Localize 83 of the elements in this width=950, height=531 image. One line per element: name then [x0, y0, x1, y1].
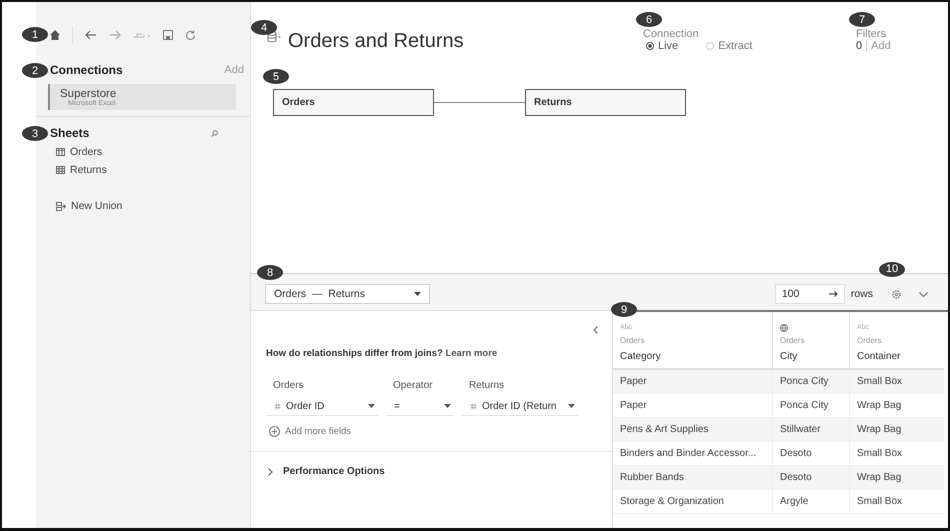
table-cell: Binders and Binder Accessor...	[620, 448, 756, 459]
column-header[interactable]: Category	[620, 351, 765, 362]
table-cell: Paper	[620, 400, 647, 411]
table-cell: Paper	[620, 376, 647, 387]
callout-badge: 3	[22, 126, 48, 141]
table-cell: Wrap Bag	[857, 400, 902, 411]
save-icon[interactable]	[163, 30, 173, 40]
plus-icon	[269, 426, 280, 437]
table-node[interactable]: Returns	[525, 89, 686, 116]
column-source: Orders	[780, 336, 806, 345]
new-union-item[interactable]: New Union	[56, 199, 250, 213]
field-column-label: Orders	[272, 380, 305, 391]
callout-badge: 7	[849, 12, 875, 27]
callout-badge: 5	[263, 69, 289, 84]
table-cell: Desoto	[780, 472, 812, 483]
data-source-title[interactable]: Orders and Returns	[288, 30, 464, 52]
table-cell: Argyle	[780, 496, 808, 507]
section-title: Sheets	[50, 126, 90, 140]
collapse-icon[interactable]	[593, 326, 598, 334]
field-dropdown[interactable]: Order ID	[266, 397, 378, 416]
callout-badge: 1	[22, 27, 48, 42]
connection-radio[interactable]: Extract	[706, 40, 752, 52]
sheet-item[interactable]: Returns	[56, 163, 250, 177]
connection-label: Connection	[643, 28, 700, 40]
globe-icon	[780, 324, 788, 332]
caret-icon	[444, 404, 451, 408]
caret-icon	[368, 404, 375, 408]
table-cell: Wrap Bag	[857, 424, 902, 435]
table-cell: Small Box	[857, 448, 902, 459]
table-icon	[56, 166, 65, 174]
connection-radio[interactable]: Live	[646, 40, 678, 52]
table-cell: Ponca City	[780, 376, 828, 387]
learn-more-link[interactable]: Learn more	[445, 348, 498, 359]
chevron-icon[interactable]	[919, 292, 928, 296]
table-node[interactable]: Orders	[273, 89, 434, 116]
table-cell: Small Box	[857, 376, 902, 387]
column-header[interactable]: Container	[857, 351, 937, 362]
table-cell: Storage & Organization	[620, 496, 724, 507]
field-dropdown[interactable]: =	[386, 397, 454, 416]
caret-icon	[414, 292, 421, 296]
callout-badge: 6	[636, 12, 662, 27]
settings-icon[interactable]	[891, 288, 902, 300]
table-cell: Rubber Bands	[620, 472, 684, 483]
field-column-label: Operator	[392, 380, 434, 391]
field-dropdown[interactable]: Order ID (Return	[462, 397, 578, 416]
relationship-dropdown[interactable]: Orders — Returns	[265, 284, 430, 304]
table-cell: Small Box	[857, 496, 902, 507]
callout-badge: 8	[257, 265, 283, 280]
column-source: Orders	[620, 336, 646, 345]
table-cell: Stillwater	[780, 424, 821, 435]
rows-field[interactable]: 100	[774, 284, 845, 304]
callout-badge: 10	[879, 262, 905, 276]
column-header[interactable]: City	[780, 351, 842, 362]
caret-icon	[568, 404, 575, 408]
add-more-fields-button[interactable]: Add more fields	[269, 426, 612, 437]
connection-name: Superstore	[60, 88, 118, 100]
field-column-label: Returns	[468, 380, 506, 391]
union-icon	[56, 202, 66, 210]
rows-label: rows	[850, 288, 873, 300]
number-icon	[274, 402, 281, 410]
forward-icon[interactable]	[109, 30, 121, 40]
relationship-help-text: How do relationships differ from joins? Learn more	[266, 348, 498, 359]
table-cell: Ponca City	[780, 400, 828, 411]
table-icon	[56, 148, 65, 156]
table-cell: Wrap Bag	[857, 472, 902, 483]
callout-badge: 2	[22, 63, 48, 78]
database-icon[interactable]	[267, 31, 281, 43]
search-icon[interactable]	[211, 130, 218, 136]
filters-label: Filters	[856, 28, 887, 40]
home-icon[interactable]	[50, 30, 60, 40]
table-cell: Desoto	[780, 448, 812, 459]
callout-badge: 4	[251, 20, 277, 35]
sheet-item[interactable]: Orders	[56, 145, 250, 159]
column-source: Orders	[857, 336, 882, 345]
expand-icon	[268, 468, 273, 476]
performance-options-toggle[interactable]: Performance Options	[251, 451, 612, 477]
table-cell: Pens & Art Supplies	[620, 424, 708, 435]
section-title: Connections	[50, 63, 124, 77]
filter-count: 0	[856, 40, 862, 52]
refresh-icon[interactable]	[185, 30, 196, 40]
arrow-icon	[828, 291, 838, 297]
back-icon[interactable]	[85, 30, 97, 40]
number-icon	[470, 402, 477, 410]
